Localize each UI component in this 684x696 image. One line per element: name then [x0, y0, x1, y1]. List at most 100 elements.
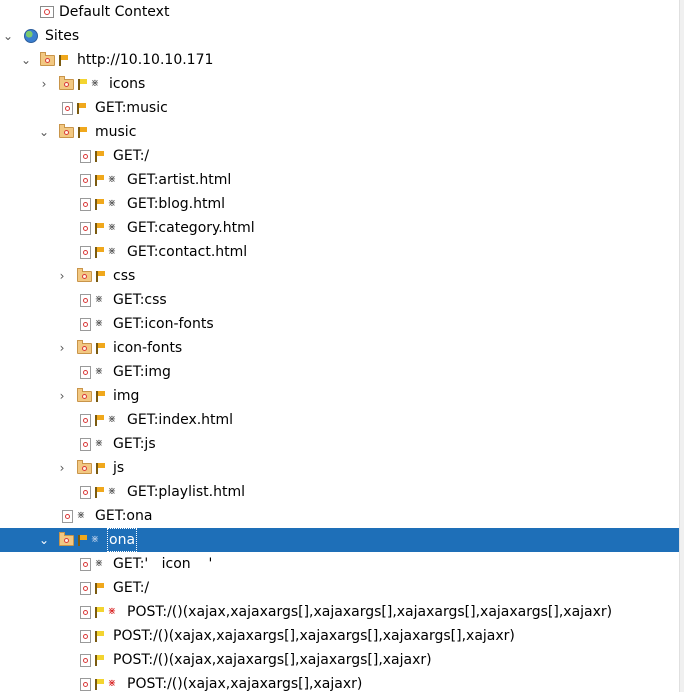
tree-node-ona-post-2args[interactable]: POST:/()(xajax,xajaxargs[],xajaxargs[],x… [0, 648, 680, 672]
page-icon [80, 653, 91, 667]
tree-node-ona-post-3args[interactable]: POST:/()(xajax,xajaxargs[],xajaxargs[],x… [0, 624, 680, 648]
flag-icon [95, 342, 105, 354]
tree-node-music-css-folder[interactable]: › css [0, 264, 680, 288]
page-icon [80, 581, 91, 595]
flag-icon [94, 654, 104, 666]
spider-icon: ⋇ [107, 486, 117, 497]
spider-icon: ⋇ [107, 222, 117, 233]
context-icon [40, 6, 54, 18]
spider-icon: ⋇ [107, 606, 117, 617]
tree-node-label: Default Context [59, 4, 170, 20]
spider-icon: ⋇ [107, 198, 117, 209]
chevron-down-icon[interactable]: ⌄ [20, 48, 32, 72]
tree-node-label: GET:icon-fonts [113, 316, 214, 332]
folder-icon [77, 267, 92, 282]
flag-icon [95, 270, 105, 282]
flag-icon [94, 486, 104, 498]
tree-node-ona-get-root[interactable]: GET:/ [0, 576, 680, 600]
tree-node-label: Sites [45, 28, 80, 44]
tree-node-icons-folder[interactable]: › ⋇ icons [0, 72, 680, 96]
tree-node-ona-post-1arg[interactable]: ⋇ POST:/()(xajax,xajaxargs[],xajaxr) [0, 672, 680, 696]
tree-node-music-blog[interactable]: ⋇ GET:blog.html [0, 192, 680, 216]
tree-node-label: GET:' icon ' [113, 556, 213, 572]
tree-node-music-index[interactable]: ⋇ GET:index.html [0, 408, 680, 432]
tree-node-music-artist[interactable]: ⋇ GET:artist.html [0, 168, 680, 192]
tree-node-label: GET:music [95, 100, 168, 116]
page-icon [80, 677, 91, 691]
page-icon [80, 485, 91, 499]
tree-node-label: GET:category.html [127, 220, 255, 236]
chevron-right-icon[interactable]: › [56, 336, 68, 360]
spider-icon: ⋇ [90, 78, 100, 89]
spider-icon: ⋇ [94, 438, 104, 449]
flag-icon [77, 126, 87, 138]
chevron-right-icon[interactable]: › [38, 72, 50, 96]
flag-icon [94, 630, 104, 642]
tree-node-music-category[interactable]: ⋇ GET:category.html [0, 216, 680, 240]
tree-node-get-music[interactable]: GET:music [0, 96, 680, 120]
flag-icon [77, 534, 87, 546]
tree-node-music-get-icon-fonts[interactable]: ⋇ GET:icon-fonts [0, 312, 680, 336]
tree-node-music-contact[interactable]: ⋇ GET:contact.html [0, 240, 680, 264]
page-icon [80, 605, 91, 619]
page-icon [80, 413, 91, 427]
sites-tree: Default Context ⌄ Sites ⌄ http://10.10.1… [0, 0, 680, 696]
spider-icon: ⋇ [94, 318, 104, 329]
flag-icon [77, 78, 87, 90]
tree-node-label: GET:css [113, 292, 167, 308]
flag-icon [76, 102, 86, 114]
page-icon [80, 245, 91, 259]
tree-node-music-get-root[interactable]: GET:/ [0, 144, 680, 168]
tree-node-sites[interactable]: ⌄ Sites [0, 24, 680, 48]
chevron-right-icon[interactable]: › [56, 384, 68, 408]
flag-icon [95, 462, 105, 474]
tree-node-ona-post-4args[interactable]: ⋇ POST:/()(xajax,xajaxargs[],xajaxargs[]… [0, 600, 680, 624]
tree-node-label: POST:/()(xajax,xajaxargs[],xajaxargs[],x… [113, 652, 432, 668]
page-icon [80, 221, 91, 235]
tree-node-music-get-js[interactable]: ⋇ GET:js [0, 432, 680, 456]
tree-node-music-icon-fonts-folder[interactable]: › icon-fonts [0, 336, 680, 360]
tree-node-label: css [113, 268, 136, 284]
page-icon [80, 173, 91, 187]
tree-node-default-context[interactable]: Default Context [0, 0, 680, 24]
tree-node-label: POST:/()(xajax,xajaxargs[],xajaxargs[],x… [127, 604, 613, 620]
tree-node-label: icons [109, 76, 146, 92]
chevron-right-icon[interactable]: › [56, 264, 68, 288]
tree-node-label: GET:js [113, 436, 156, 452]
tree-node-label: GET:blog.html [127, 196, 225, 212]
chevron-right-icon[interactable]: › [56, 456, 68, 480]
chevron-down-icon[interactable]: ⌄ [2, 24, 14, 48]
page-icon [80, 365, 91, 379]
tree-node-host[interactable]: ⌄ http://10.10.10.171 [0, 48, 680, 72]
tree-node-label: GET:/ [113, 580, 150, 596]
tree-node-music-playlist[interactable]: ⋇ GET:playlist.html [0, 480, 680, 504]
spider-icon: ⋇ [94, 558, 104, 569]
chevron-down-icon[interactable]: ⌄ [38, 120, 50, 144]
spider-icon: ⋇ [107, 678, 117, 689]
tree-node-music-get-css[interactable]: ⋇ GET:css [0, 288, 680, 312]
tree-node-label: POST:/()(xajax,xajaxargs[],xajaxargs[],x… [113, 628, 515, 644]
vertical-scrollbar[interactable] [679, 0, 684, 692]
tree-node-label: POST:/()(xajax,xajaxargs[],xajaxr) [127, 676, 363, 692]
tree-node-music-get-img[interactable]: ⋇ GET:img [0, 360, 680, 384]
tree-node-get-ona[interactable]: ⋇ GET:ona [0, 504, 680, 528]
tree-node-music-js-folder[interactable]: › js [0, 456, 680, 480]
spider-icon: ⋇ [76, 510, 86, 521]
tree-node-label: GET:artist.html [127, 172, 232, 188]
page-icon [80, 149, 91, 163]
tree-node-ona-get-icon[interactable]: ⋇ GET:' icon ' [0, 552, 680, 576]
tree-node-music-folder[interactable]: ⌄ music [0, 120, 680, 144]
tree-node-label: GET:index.html [127, 412, 234, 428]
chevron-down-icon[interactable]: ⌄ [38, 528, 50, 552]
page-icon [80, 197, 91, 211]
flag-icon [95, 390, 105, 402]
spider-icon: ⋇ [94, 366, 104, 377]
tree-node-ona-folder[interactable]: ⌄ ⋇ ona [0, 528, 680, 552]
flag-icon [94, 246, 104, 258]
tree-node-label: js [113, 460, 125, 476]
tree-node-label: ona [107, 528, 138, 552]
tree-node-music-img-folder[interactable]: › img [0, 384, 680, 408]
page-icon [62, 101, 73, 115]
flag-icon [94, 174, 104, 186]
tree-node-label: GET:contact.html [127, 244, 248, 260]
